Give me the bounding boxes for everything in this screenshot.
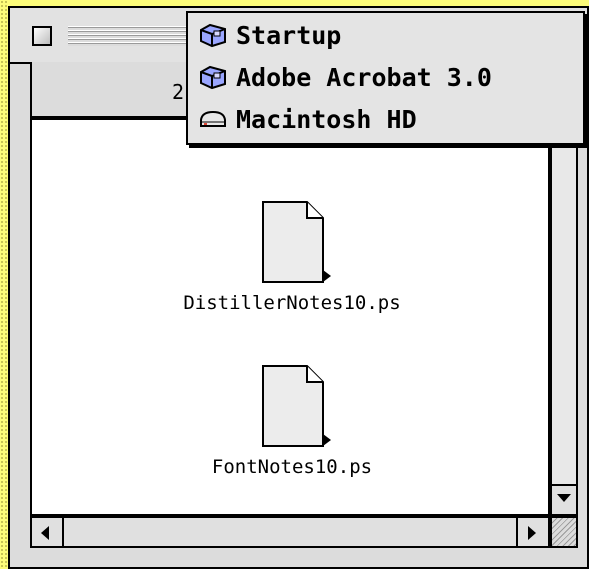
left-arrow-icon <box>41 526 49 540</box>
menu-item-label: Startup <box>236 20 342 50</box>
folder-icon <box>200 23 226 48</box>
file-item[interactable]: FontNotes10.ps <box>152 364 432 478</box>
desktop-pattern <box>0 0 8 569</box>
file-item[interactable]: DistillerNotes10.ps <box>152 200 432 314</box>
window-content: DistillerNotes10.ps FontNotes10.ps <box>30 118 550 516</box>
menu-item-adobe-acrobat[interactable]: Adobe Acrobat 3.0 <box>198 57 578 97</box>
file-name[interactable]: DistillerNotes10.ps <box>152 292 432 314</box>
down-arrow-icon <box>557 494 571 502</box>
horizontal-scrollbar[interactable] <box>30 516 550 548</box>
menu-item-startup[interactable]: Startup <box>198 15 578 55</box>
menu-item-macintosh-hd[interactable]: Macintosh HD <box>198 99 578 139</box>
document-icon[interactable] <box>261 364 331 448</box>
resize-grow-box[interactable] <box>550 516 578 548</box>
menu-item-label: Adobe Acrobat 3.0 <box>236 62 492 92</box>
scroll-right-button[interactable] <box>516 518 548 546</box>
document-icon[interactable] <box>261 200 331 284</box>
file-name[interactable]: FontNotes10.ps <box>152 456 432 478</box>
scroll-left-button[interactable] <box>32 518 64 546</box>
vertical-scrollbar[interactable] <box>550 118 578 516</box>
hard-disk-icon <box>200 110 226 127</box>
path-popup-menu: Startup Adobe Acrobat 3.0 Macintosh HD <box>186 11 585 145</box>
menu-item-label: Macintosh HD <box>236 104 417 134</box>
scroll-down-button[interactable] <box>552 484 576 514</box>
close-box[interactable] <box>32 26 52 46</box>
folder-icon <box>200 65 226 90</box>
right-arrow-icon <box>528 526 536 540</box>
item-count-text: 2 <box>172 80 185 104</box>
